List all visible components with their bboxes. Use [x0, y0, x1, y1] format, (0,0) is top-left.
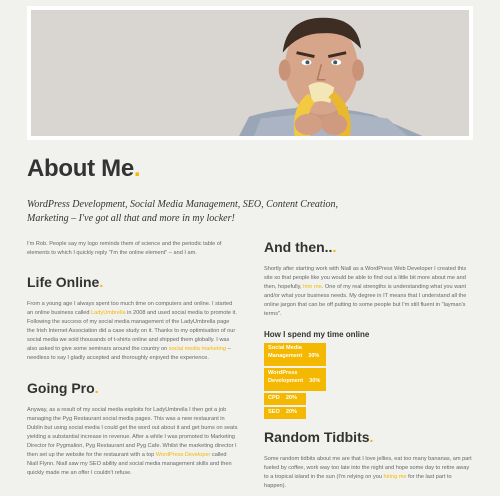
- title-accent-dot: .: [133, 155, 141, 182]
- page-subtitle: WordPress Development, Social Media Mana…: [27, 199, 338, 224]
- random-tidbits-paragraph: Some random tidbits about me are that I …: [264, 456, 472, 489]
- skill-bar-cpd: CPD 20%: [264, 393, 306, 405]
- life-online-heading: Life Online.: [27, 274, 104, 290]
- skill-bar-seo: SEO 20%: [264, 407, 306, 419]
- and-then-heading: And then...: [264, 239, 337, 255]
- going-pro-heading: Going Pro.: [27, 380, 99, 396]
- random-tidbits-heading: Random Tidbits.: [264, 429, 374, 445]
- intro-paragraph: I'm Rob. People say my logo reminds them…: [27, 241, 222, 256]
- ladyumbrella-link[interactable]: LadyUmbrella: [91, 310, 126, 316]
- social-media-marketing-link[interactable]: social media marketing: [169, 346, 226, 352]
- page-title: About Me.: [27, 155, 141, 182]
- skill-bar-social-media: Social Media Management 30%: [264, 343, 326, 366]
- wordpress-developer-link[interactable]: WordPress Developer: [156, 452, 211, 458]
- hire-me-link[interactable]: hire me: [303, 284, 322, 290]
- life-online-paragraph: From a young age I always spent too much…: [27, 301, 237, 361]
- man-eating-banana-photo: [31, 10, 469, 136]
- hero-photo: [31, 10, 469, 136]
- skills-heading: How I spend my time online: [264, 330, 370, 339]
- and-then-paragraph: Shortly after starting work with Niall a…: [264, 266, 467, 317]
- hero-image-frame: [27, 6, 473, 140]
- going-pro-paragraph: Anyway, as a result of my social media e…: [27, 407, 238, 476]
- hiring-me-link[interactable]: hiring me: [384, 474, 407, 480]
- skill-bar-wordpress: WordPress Development 30%: [264, 368, 326, 391]
